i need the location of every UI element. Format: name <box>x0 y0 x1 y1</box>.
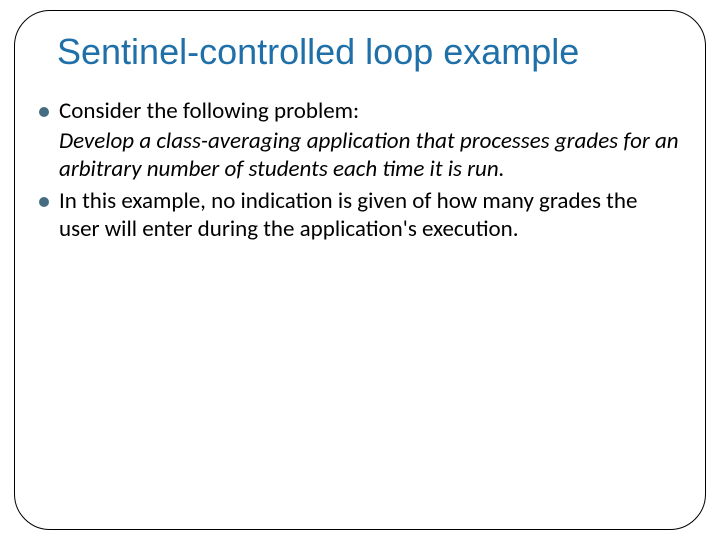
slide: Sentinel-controlled loop example Conside… <box>0 0 720 540</box>
bullet-item: Consider the following problem: <box>37 97 683 125</box>
bullet-item: In this example, no indication is given … <box>37 187 683 243</box>
slide-title: Sentinel-controlled loop example <box>57 31 683 73</box>
slide-body: Consider the following problem: Develop … <box>37 97 683 243</box>
slide-frame: Sentinel-controlled loop example Conside… <box>14 10 706 530</box>
bullet-quote: Develop a class-averaging application th… <box>37 127 683 183</box>
